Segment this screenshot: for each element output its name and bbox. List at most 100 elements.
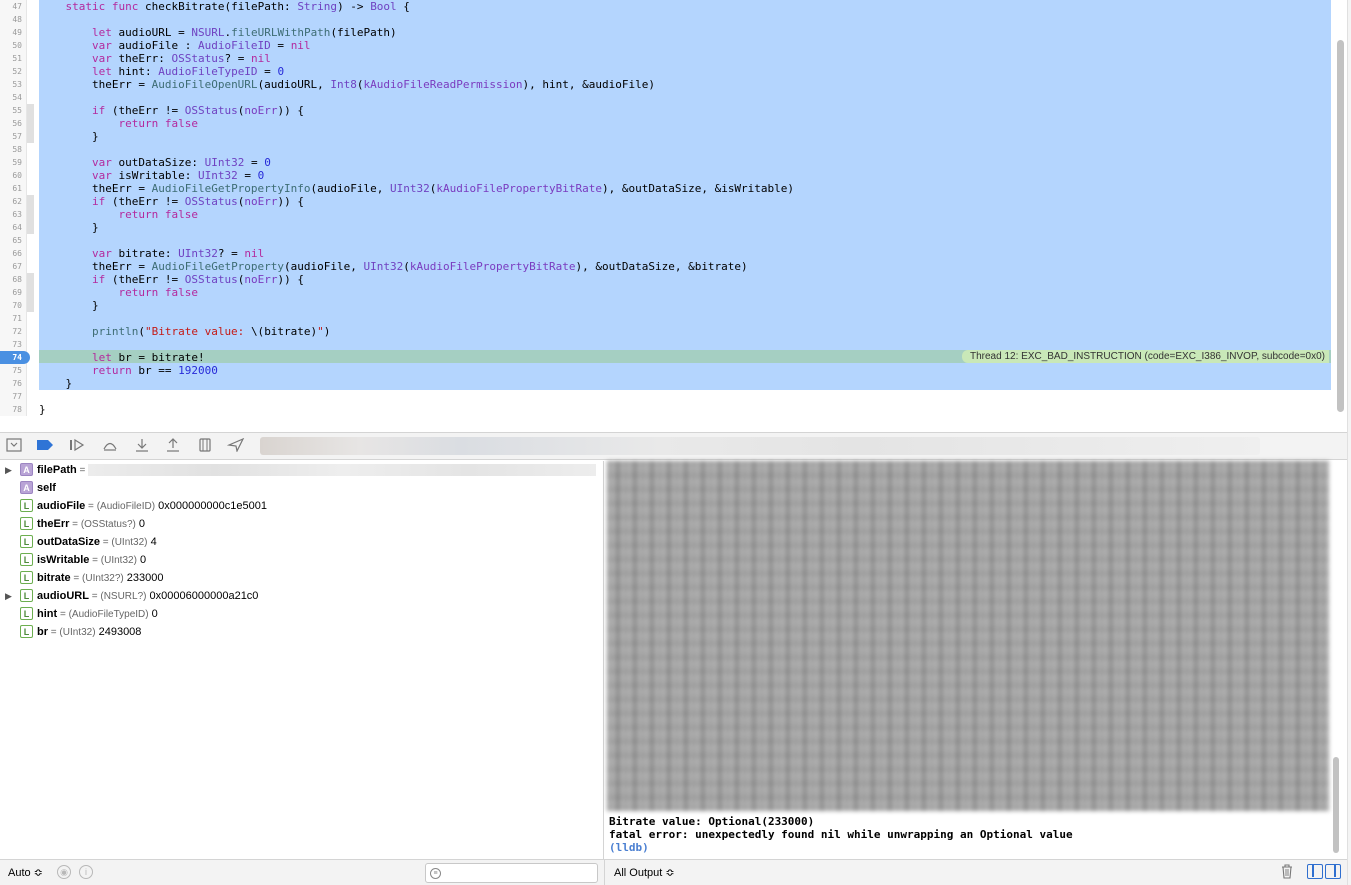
disclosure-triangle-icon[interactable]: ▶: [5, 461, 12, 479]
code-line[interactable]: 52 let hint: AudioFileTypeID = 0: [0, 65, 1331, 78]
code-text[interactable]: let hint: AudioFileTypeID = 0: [39, 65, 284, 78]
code-editor[interactable]: 47 static func checkBitrate(filePath: St…: [0, 0, 1347, 416]
continue-icon[interactable]: [68, 438, 86, 454]
split-left-icon[interactable]: [1307, 864, 1323, 879]
current-line-indicator[interactable]: 74: [0, 351, 30, 364]
code-line[interactable]: 62 if (theErr != OSStatus(noErr)) {: [0, 195, 1331, 208]
code-line[interactable]: 63 return false: [0, 208, 1331, 221]
variables-filter-input[interactable]: [425, 863, 598, 883]
code-text[interactable]: }: [39, 403, 46, 416]
error-banner[interactable]: Thread 12: EXC_BAD_INSTRUCTION (code=EXC…: [962, 350, 1329, 363]
code-line[interactable]: 72 println("Bitrate value: \(bitrate)"): [0, 325, 1331, 338]
code-line[interactable]: 56 return false: [0, 117, 1331, 130]
code-text[interactable]: var isWritable: UInt32 = 0: [39, 169, 264, 182]
code-line[interactable]: 67 theErr = AudioFileGetProperty(audioFi…: [0, 260, 1331, 273]
console-scrollbar[interactable]: [1333, 757, 1339, 853]
code-text[interactable]: theErr = AudioFileGetProperty(audioFile,…: [39, 260, 748, 273]
output-filter-select[interactable]: All Output ≎: [614, 866, 675, 879]
code-line[interactable]: 48: [0, 13, 1331, 26]
variable-row[interactable]: LoutDataSize = (UInt32) 4: [0, 533, 604, 551]
code-text[interactable]: let br = bitrate!: [39, 351, 205, 364]
code-text[interactable]: var outDataSize: UInt32 = 0: [39, 156, 271, 169]
code-text[interactable]: return false: [39, 286, 198, 299]
line-number: 73: [12, 340, 22, 349]
code-text[interactable]: return false: [39, 117, 197, 130]
code-text[interactable]: let audioURL = NSURL.fileURLWithPath(fil…: [39, 26, 397, 39]
code-line[interactable]: 64 }: [0, 221, 1331, 234]
line-number: 50: [12, 41, 22, 50]
variables-view[interactable]: ▶ AfilePath = Aself LaudioFile = (AudioFil…: [0, 461, 604, 859]
breakpoints-toggle-icon[interactable]: [36, 438, 54, 454]
split-right-icon[interactable]: [1325, 864, 1341, 879]
code-line[interactable]: 66 var bitrate: UInt32? = nil: [0, 247, 1331, 260]
variable-row[interactable]: Lbitrate = (UInt32?) 233000: [0, 569, 604, 587]
variable-row[interactable]: LisWritable = (UInt32) 0: [0, 551, 604, 569]
variable-row[interactable]: Aself: [0, 479, 604, 497]
code-token: (theErr !=: [105, 104, 185, 117]
lldb-prompt[interactable]: (lldb): [609, 841, 649, 854]
trash-icon[interactable]: [1280, 864, 1294, 880]
variable-row[interactable]: ▶ AfilePath =: [0, 461, 604, 479]
code-text[interactable]: println("Bitrate value: \(bitrate)"): [39, 325, 330, 338]
code-text[interactable]: static func checkBitrate(filePath: Strin…: [39, 0, 410, 13]
code-text[interactable]: if (theErr != OSStatus(noErr)) {: [39, 195, 304, 208]
variable-row[interactable]: LtheErr = (OSStatus?) 0: [0, 515, 604, 533]
variable-row[interactable]: LaudioFile = (AudioFileID) 0x000000000c1…: [0, 497, 604, 515]
code-token: =: [237, 169, 258, 182]
console-output[interactable]: Bitrate value: Optional(233000) fatal er…: [605, 461, 1347, 859]
code-line[interactable]: 70 }: [0, 299, 1331, 312]
eye-icon[interactable]: ◉: [57, 865, 71, 879]
code-line[interactable]: 61 theErr = AudioFileGetPropertyInfo(aud…: [0, 182, 1331, 195]
variable-row[interactable]: Lbr = (UInt32) 2493008: [0, 623, 604, 641]
variable-row[interactable]: ▶ LaudioURL = (NSURL?) 0x00006000000a21c0: [0, 587, 604, 605]
line-number: 54: [12, 93, 22, 102]
step-into-icon[interactable]: [133, 438, 151, 454]
code-text[interactable]: return false: [39, 208, 197, 221]
code-line[interactable]: 76 }: [0, 377, 1331, 390]
debug-breadcrumb[interactable]: [260, 437, 1260, 455]
view-debugger-icon[interactable]: [196, 438, 214, 454]
code-text[interactable]: }: [39, 377, 72, 390]
code-text[interactable]: }: [39, 299, 99, 312]
code-line[interactable]: 75 return br == 192000: [0, 364, 1331, 377]
code-line[interactable]: 59 var outDataSize: UInt32 = 0: [0, 156, 1331, 169]
code-line[interactable]: 53 theErr = AudioFileOpenURL(audioURL, I…: [0, 78, 1331, 91]
info-icon[interactable]: i: [79, 865, 93, 879]
hide-debug-area-icon[interactable]: [5, 438, 23, 454]
variable-row[interactable]: Lhint = (AudioFileTypeID) 0: [0, 605, 604, 623]
code-text[interactable]: theErr = AudioFileOpenURL(audioURL, Int8…: [39, 78, 655, 91]
code-line[interactable]: 51 var theErr: OSStatus? = nil: [0, 52, 1331, 65]
code-line[interactable]: 65: [0, 234, 1331, 247]
code-line[interactable]: 58: [0, 143, 1331, 156]
code-line[interactable]: 57 }: [0, 130, 1331, 143]
code-token: if: [91, 273, 106, 286]
code-text[interactable]: }: [39, 130, 99, 143]
code-line[interactable]: 68 if (theErr != OSStatus(noErr)) {: [0, 273, 1331, 286]
code-text[interactable]: var bitrate: UInt32? = nil: [39, 247, 264, 260]
code-text[interactable]: return br == 192000: [39, 364, 218, 377]
code-line[interactable]: 69 return false: [0, 286, 1331, 299]
code-line[interactable]: 50 var audioFile : AudioFileID = nil: [0, 39, 1331, 52]
code-line[interactable]: 49 let audioURL = NSURL.fileURLWithPath(…: [0, 26, 1331, 39]
step-over-icon[interactable]: [101, 438, 119, 454]
pane-divider[interactable]: [604, 860, 605, 885]
code-text[interactable]: theErr = AudioFileGetPropertyInfo(audioF…: [39, 182, 794, 195]
code-line[interactable]: 54: [0, 91, 1331, 104]
code-token: return false: [118, 286, 198, 299]
simulate-location-icon[interactable]: [226, 437, 245, 454]
step-out-icon[interactable]: [164, 438, 182, 454]
code-line[interactable]: 71: [0, 312, 1331, 325]
code-text[interactable]: }: [39, 221, 99, 234]
code-text[interactable]: var audioFile : AudioFileID = nil: [39, 39, 311, 52]
code-line[interactable]: 77: [0, 390, 1331, 403]
code-text[interactable]: if (theErr != OSStatus(noErr)) {: [39, 104, 304, 117]
code-text[interactable]: var theErr: OSStatus? = nil: [39, 52, 271, 65]
disclosure-triangle-icon[interactable]: ▶: [5, 587, 12, 605]
code-line[interactable]: 47 static func checkBitrate(filePath: St…: [0, 0, 1331, 13]
variables-scope-select[interactable]: Auto ≎: [8, 866, 43, 879]
code-line[interactable]: 55 if (theErr != OSStatus(noErr)) {: [0, 104, 1331, 117]
editor-scrollbar[interactable]: [1337, 40, 1344, 412]
code-line[interactable]: 60 var isWritable: UInt32 = 0: [0, 169, 1331, 182]
code-text[interactable]: if (theErr != OSStatus(noErr)) {: [39, 273, 304, 286]
code-line[interactable]: 78}: [0, 403, 1331, 416]
